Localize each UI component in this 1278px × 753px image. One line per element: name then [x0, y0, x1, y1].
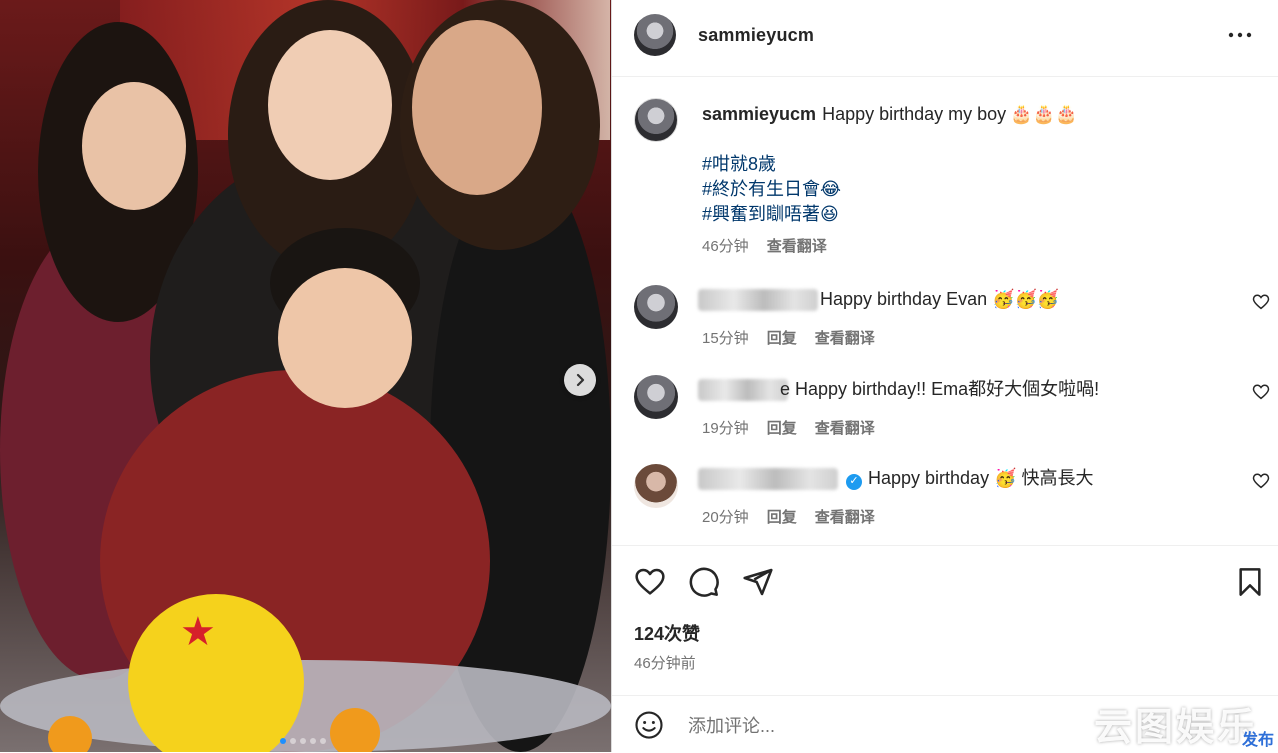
heart-outline-icon[interactable]: [1252, 383, 1270, 401]
hashtag-link[interactable]: #終於有生日會😂: [702, 177, 841, 202]
comment-icon[interactable]: [688, 566, 720, 598]
more-options-icon[interactable]: [1226, 24, 1254, 46]
photo-boy-face: [278, 268, 412, 408]
avatar[interactable]: [634, 285, 678, 329]
photo-dragon-ball: [48, 716, 92, 752]
comments-section: sammieyucm Happy birthday my boy 🎂🎂🎂 #咁就8歲…: [612, 77, 1278, 545]
post-username[interactable]: sammieyucm: [698, 25, 814, 46]
comment-meta: 15分钟 回复 查看翻译: [702, 327, 875, 348]
add-comment-input[interactable]: [686, 710, 1110, 742]
comment-text: Happy birthday Evan 🥳🥳🥳: [820, 289, 1060, 309]
caption-meta: 46分钟 查看翻译: [702, 235, 827, 256]
comment-item: e Happy birthday!! Ema都好大個女啦喎! 19分钟 回复 查看翻…: [612, 375, 1278, 455]
caption-hashtags: #咁就8歲 #終於有生日會😂 #興奮到瞓唔著😆: [702, 152, 841, 227]
carousel-dot: [310, 738, 316, 744]
like-heart-icon[interactable]: [634, 566, 666, 598]
comment-text: e Happy birthday!! Ema都好大個女啦喎!: [780, 379, 1100, 399]
avatar[interactable]: [634, 464, 678, 508]
carousel-dot: [320, 738, 326, 744]
emoji-smiley-icon[interactable]: [634, 710, 664, 740]
avatar[interactable]: [634, 98, 678, 142]
hashtag-link[interactable]: #咁就8歲: [702, 152, 841, 177]
add-comment-bar: 云图娱乐 发布: [612, 695, 1278, 753]
reply-link[interactable]: 回复: [767, 330, 797, 347]
carousel-dot: [290, 738, 296, 744]
comment-time: 19分钟: [702, 420, 749, 437]
photo-girl-face: [82, 82, 186, 210]
post-actions: [612, 545, 1278, 616]
comment-meta: 20分钟 回复 查看翻译: [702, 506, 875, 527]
post-timestamp: 46分钟前: [634, 655, 696, 672]
photo-dragon-ball: [330, 708, 380, 752]
comment-time: 20分钟: [702, 509, 749, 526]
comment-item: ✓ Happy birthday 🥳 快高長大 20分钟 回复 查看翻译: [612, 464, 1278, 544]
star-icon: ★: [180, 610, 216, 654]
carousel-dot: [300, 738, 306, 744]
blurred-username: [698, 289, 818, 311]
caption-text: Happy birthday my boy: [822, 104, 1007, 124]
caption: sammieyucm Happy birthday my boy 🎂🎂🎂: [702, 102, 1077, 127]
caption-username[interactable]: sammieyucm: [702, 104, 816, 124]
verified-badge-icon: ✓: [846, 473, 862, 490]
heart-outline-icon[interactable]: [1252, 472, 1270, 490]
carousel-indicator: [280, 738, 326, 744]
bookmark-icon[interactable]: [1234, 566, 1266, 598]
cake-emoji: 🎂🎂🎂: [1010, 104, 1078, 124]
photo-man-face: [412, 20, 542, 195]
share-send-icon[interactable]: [742, 566, 774, 598]
caption-time: 46分钟: [702, 238, 749, 255]
comment-item: Happy birthday Evan 🥳🥳🥳 15分钟 回复 查看翻译: [612, 285, 1278, 365]
comment-text-wrapper: ✓ Happy birthday 🥳 快高長大: [846, 466, 1093, 491]
translate-link[interactable]: 查看翻译: [767, 238, 827, 255]
blurred-username: [698, 468, 838, 490]
hashtag-link[interactable]: #興奮到瞓唔著😆: [702, 202, 841, 227]
chevron-right-icon: [576, 373, 585, 387]
watermark-sub: 发布: [1242, 732, 1275, 749]
like-count[interactable]: 124次赞: [634, 620, 700, 646]
avatar[interactable]: [634, 14, 676, 56]
carousel-dot: [280, 738, 286, 744]
translate-link[interactable]: 查看翻译: [815, 420, 875, 437]
watermark-logo: 云图娱乐: [1094, 705, 1259, 749]
heart-outline-icon[interactable]: [1252, 293, 1270, 311]
translate-link[interactable]: 查看翻译: [815, 509, 875, 526]
translate-link[interactable]: 查看翻译: [815, 330, 875, 347]
next-photo-button[interactable]: [564, 364, 596, 396]
avatar[interactable]: [634, 375, 678, 419]
comment-meta: 19分钟 回复 查看翻译: [702, 417, 875, 438]
reply-link[interactable]: 回复: [767, 420, 797, 437]
reply-link[interactable]: 回复: [767, 509, 797, 526]
blurred-username: [698, 379, 788, 401]
post-photo[interactable]: ★: [0, 0, 611, 752]
comment-text: Happy birthday 🥳 快高長大: [868, 468, 1094, 488]
post-details-panel: sammieyucm sammieyucm Happy birthday my b…: [611, 0, 1278, 752]
photo-woman-face: [268, 30, 392, 180]
post-header: sammieyucm: [612, 0, 1278, 77]
comment-time: 15分钟: [702, 330, 749, 347]
